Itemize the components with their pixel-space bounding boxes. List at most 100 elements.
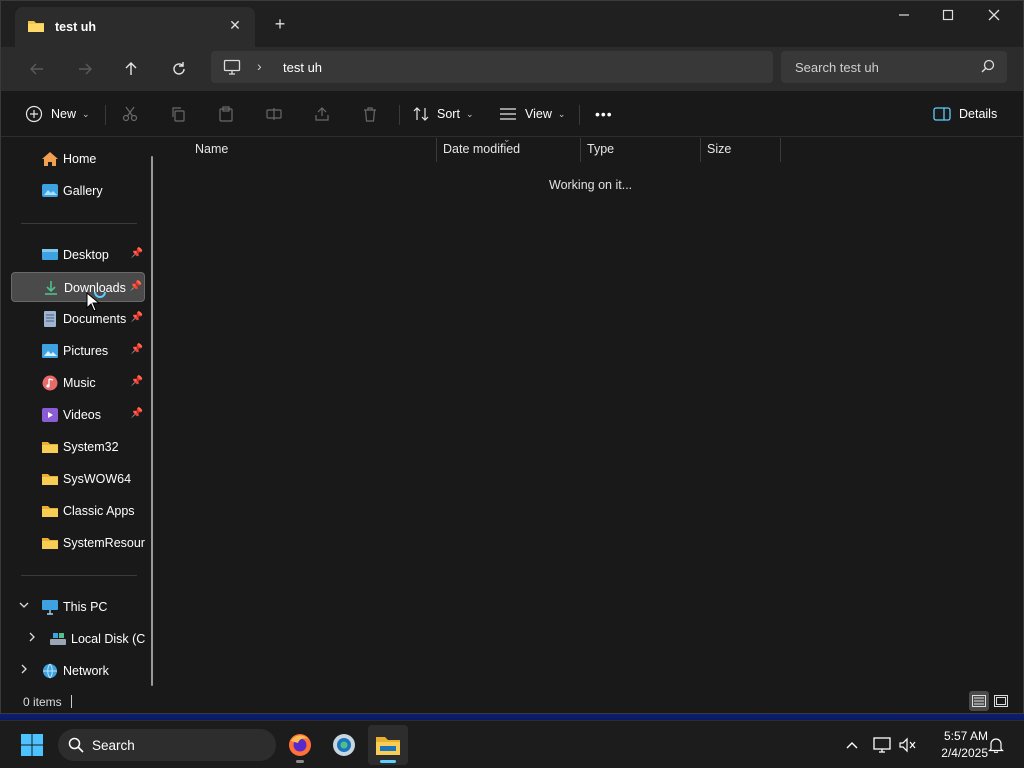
sidebar-item-local-disk[interactable]: Local Disk (C: xyxy=(19,624,153,654)
view-label: View xyxy=(525,107,552,121)
taskbar-search[interactable]: Search xyxy=(58,729,276,761)
details-button[interactable]: Details xyxy=(933,103,997,125)
sort-button[interactable]: Sort ⌄ xyxy=(413,103,473,125)
mouse-cursor-busy-icon xyxy=(86,286,110,319)
chevron-down-icon[interactable] xyxy=(19,600,29,613)
address-path[interactable]: test uh xyxy=(283,60,322,75)
details-view-button[interactable] xyxy=(969,691,989,711)
sidebar-item-desktop[interactable]: Desktop 📌 xyxy=(11,240,145,270)
rename-icon[interactable] xyxy=(263,103,285,125)
command-bar: New ⌄ Sort ⌄ View ⌄ ••• Details xyxy=(1,91,1023,137)
navigation-bar: › test uh Search test uh xyxy=(1,47,1023,91)
copy-icon[interactable] xyxy=(167,103,189,125)
sidebar-item-classic-apps[interactable]: Classic Apps xyxy=(11,496,145,526)
pin-icon[interactable]: 📌 xyxy=(131,312,143,323)
column-header-name[interactable]: Name xyxy=(195,142,228,166)
documents-icon xyxy=(41,311,59,327)
taskbar-firefox[interactable] xyxy=(280,725,320,765)
column-separator[interactable] xyxy=(780,138,781,162)
close-window-button[interactable] xyxy=(971,1,1017,33)
chevron-down-icon: ⌄ xyxy=(465,108,474,119)
show-hidden-icons-button[interactable] xyxy=(842,735,862,755)
column-separator[interactable] xyxy=(700,138,701,162)
column-separator[interactable] xyxy=(436,138,437,162)
loading-message: Working on it... xyxy=(549,178,633,192)
tiles-view-button[interactable] xyxy=(991,691,1011,711)
sidebar-item-gallery[interactable]: Gallery xyxy=(11,176,145,206)
sidebar-item-music[interactable]: Music 📌 xyxy=(11,368,145,398)
sidebar-scrollbar[interactable] xyxy=(151,156,153,686)
view-button[interactable]: View ⌄ xyxy=(499,103,565,125)
column-header-type[interactable]: Type xyxy=(587,142,614,166)
sidebar-divider xyxy=(21,223,137,224)
firefox-icon xyxy=(289,734,311,756)
taskbar-file-explorer[interactable] xyxy=(368,725,408,765)
pin-icon[interactable]: 📌 xyxy=(131,376,143,387)
sidebar-item-videos[interactable]: Videos 📌 xyxy=(11,400,145,430)
sidebar-item-this-pc[interactable]: This PC xyxy=(11,592,145,622)
forward-button[interactable] xyxy=(71,55,99,83)
title-bar: test uh ✕ + xyxy=(1,1,1023,47)
search-icon xyxy=(68,737,84,756)
folder-icon xyxy=(41,503,59,519)
folder-icon xyxy=(27,19,45,36)
tab-test-uh[interactable]: test uh ✕ xyxy=(15,7,255,47)
share-icon[interactable] xyxy=(311,103,333,125)
start-button[interactable] xyxy=(12,725,52,765)
taskbar-app[interactable] xyxy=(324,725,364,765)
chevron-right-icon[interactable]: › xyxy=(257,58,262,74)
pictures-icon xyxy=(41,343,59,359)
folder-icon xyxy=(41,535,59,551)
network-status-button[interactable] xyxy=(872,735,892,755)
column-header-size[interactable]: Size xyxy=(707,142,731,166)
separator xyxy=(579,105,580,125)
chevron-right-icon[interactable] xyxy=(19,664,29,677)
pin-icon[interactable]: 📌 xyxy=(131,344,143,355)
sidebar-item-systemresources[interactable]: SystemResourc xyxy=(11,528,145,558)
sort-icon xyxy=(413,107,429,121)
new-label: New xyxy=(51,107,77,121)
up-button[interactable] xyxy=(117,55,145,83)
network-icon xyxy=(41,663,59,679)
column-separator[interactable] xyxy=(580,138,581,162)
close-tab-icon[interactable]: ✕ xyxy=(227,17,243,33)
item-count: 0 items xyxy=(23,695,62,709)
search-input[interactable]: Search test uh xyxy=(795,60,879,75)
system-clock[interactable]: 5:57 AM 2/4/2025 xyxy=(926,728,988,762)
sidebar-item-syswow64[interactable]: SysWOW64 xyxy=(11,464,145,494)
search-box[interactable]: Search test uh xyxy=(781,51,1007,83)
notifications-button[interactable] xyxy=(986,735,1006,755)
column-header-date-modified[interactable]: Date modified xyxy=(443,142,520,166)
refresh-icon xyxy=(173,62,185,75)
sidebar-item-system32[interactable]: System32 xyxy=(11,432,145,462)
chevron-right-icon[interactable] xyxy=(27,632,37,645)
volume-button[interactable] xyxy=(898,735,918,755)
paste-icon[interactable] xyxy=(215,103,237,125)
sidebar-item-downloads[interactable]: Downloads 📌 xyxy=(11,272,145,302)
sidebar-item-documents[interactable]: Documents 📌 xyxy=(11,304,145,334)
delete-icon[interactable] xyxy=(359,103,381,125)
separator xyxy=(399,105,400,125)
details-label: Details xyxy=(959,107,998,121)
back-button[interactable] xyxy=(23,55,51,83)
sidebar-item-label: SysWOW64 xyxy=(63,472,132,486)
refresh-button[interactable] xyxy=(165,55,193,83)
address-bar[interactable]: › test uh xyxy=(211,51,773,83)
pin-icon[interactable]: 📌 xyxy=(131,408,143,419)
maximize-button[interactable] xyxy=(925,1,971,33)
clock-date: 2/4/2025 xyxy=(941,746,988,760)
minimize-button[interactable] xyxy=(881,1,927,33)
sidebar-item-label: Classic Apps xyxy=(63,504,135,518)
new-button[interactable]: New ⌄ xyxy=(25,103,90,125)
sidebar-item-pictures[interactable]: Pictures 📌 xyxy=(11,336,145,366)
pin-icon[interactable]: 📌 xyxy=(130,281,142,292)
pin-icon[interactable]: 📌 xyxy=(131,248,143,259)
cut-icon[interactable] xyxy=(119,103,141,125)
tab-title: test uh xyxy=(55,20,96,34)
sidebar-item-home[interactable]: Home xyxy=(11,144,145,174)
sidebar-item-network[interactable]: Network xyxy=(11,656,145,686)
new-tab-button[interactable]: + xyxy=(271,15,289,33)
up-arrow-icon xyxy=(125,62,137,75)
navigation-pane: Home Gallery Desktop 📌 Downloads 📌 Docum… xyxy=(1,138,161,688)
more-options-button[interactable]: ••• xyxy=(595,103,613,125)
